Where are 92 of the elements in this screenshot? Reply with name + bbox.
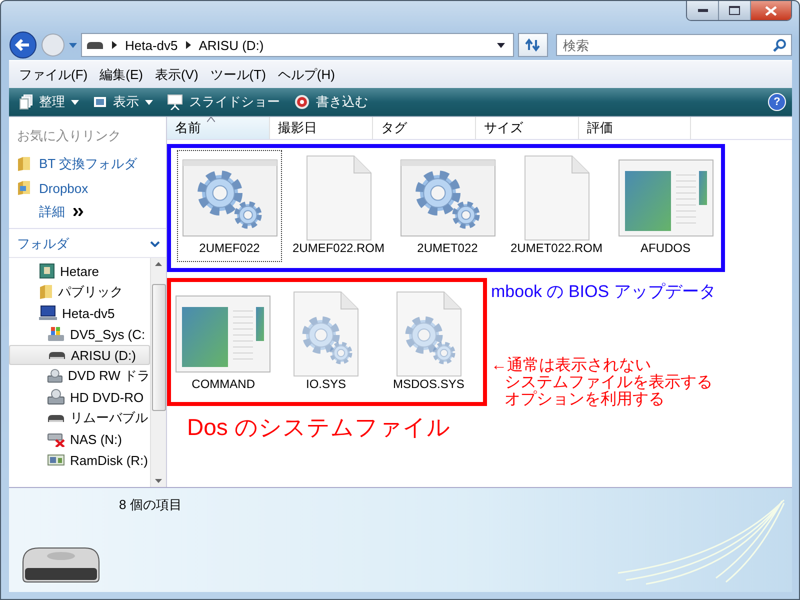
folders-heading[interactable]: フォルダ [17,235,69,253]
back-button[interactable] [9,31,37,59]
drive-icon [48,350,66,360]
annotation-caption: mbook の BIOS アップデータ [491,281,716,303]
caret-icon [69,42,77,48]
file-item[interactable]: IO.SYS [276,286,376,398]
file-item[interactable]: 2UMEF022 [177,150,282,262]
folder-tree-item[interactable]: パブリック [9,282,150,302]
folder-icon [17,156,31,172]
folder-icon [17,180,31,196]
network-drive-icon [47,431,65,447]
file-item[interactable]: AFUDOS [613,150,718,262]
system-file-gears-icon [293,291,359,377]
file-item[interactable]: 2UMET022.ROM [504,150,609,262]
user-folder-icon [39,263,55,279]
blank-document-icon [524,155,590,241]
column-header[interactable]: タグ [373,117,476,139]
double-chevron-icon [73,208,84,216]
application-window-icon [618,159,714,237]
close-button[interactable] [751,1,791,20]
search-icon [773,39,786,52]
chevron-icon [112,41,117,49]
menu-item[interactable]: 表示(V) [148,64,204,86]
caret-icon [497,42,505,48]
refresh-button[interactable] [518,33,548,57]
file-item[interactable]: MSDOS.SYS [378,286,480,398]
minimize-button[interactable] [687,1,719,20]
file-item[interactable]: 2UMET022 [395,150,500,262]
column-header[interactable]: 名前 [167,117,270,139]
toolbar-button[interactable]: スライドショー [167,93,280,111]
folder-tree-item[interactable]: DV5_Sys (C: [9,324,150,344]
folder-tree-item[interactable]: HD DVD-RO [9,387,150,407]
system-drive-icon [47,326,65,342]
pages-icon [19,94,33,110]
computer-icon [39,305,57,321]
column-header[interactable]: 撮影日 [270,117,373,139]
menu-item[interactable]: ファイル(F) [13,64,94,86]
favorites-heading: お気に入りリンク [17,127,122,145]
blank-document-icon [306,155,372,241]
favorite-link[interactable]: Dropbox [17,179,166,197]
folder-tree-item[interactable]: Heta-dv5 [9,303,150,323]
toolbar-button[interactable]: 表示 [93,93,153,111]
optical-drive-icon [47,368,63,384]
optical-drive-icon [47,389,65,405]
menu-item[interactable]: ヘルプ(H) [272,64,341,86]
picture-icon [93,96,107,108]
help-button[interactable]: ? [768,93,786,111]
file-item[interactable]: COMMAND [173,286,274,398]
menu-item[interactable]: ツール(T) [204,64,272,86]
annotation-caption: Dos のシステムファイル [187,413,452,442]
chevron-icon [186,41,191,49]
menu-item[interactable]: 編集(E) [94,64,149,86]
item-count: 8 個の項目 [119,496,182,514]
file-item[interactable]: 2UMEF022.ROM [286,150,391,262]
projector-screen-icon [167,94,183,110]
close-icon [765,6,777,16]
folder-tree-item[interactable]: Hetare [9,261,150,281]
scroll-down-icon[interactable] [155,479,162,483]
column-header[interactable]: 評価 [579,117,691,139]
scroll-up-icon[interactable] [155,262,162,266]
application-window-icon [175,295,272,373]
folder-icon [39,284,53,300]
folder-tree-item[interactable]: RamDisk (R:) [9,450,150,470]
favorite-link[interactable]: BT 交換フォルダ [17,155,166,173]
column-header[interactable]: サイズ [476,117,579,139]
folder-tree-item[interactable]: リムーバブル [9,408,150,428]
system-file-gears-icon [396,291,462,377]
chevron-down-icon[interactable] [150,241,160,247]
folder-tree-item[interactable]: NAS (N:) [9,429,150,449]
refresh-icon [525,38,541,52]
minimize-icon [698,8,708,12]
annotation-note: ←通常は表示されない システムファイルを表示する オプションを利用する [491,357,714,408]
toolbar-button[interactable]: 整理 [19,93,79,111]
drive-icon [86,40,104,50]
disc-icon [294,94,310,110]
folder-tree-item[interactable]: ARISU (D:) [9,345,150,365]
scrollbar[interactable] [150,258,166,487]
more-link[interactable]: 詳細 [17,203,166,221]
toolbar-button[interactable]: 書き込む [294,93,368,111]
caret-icon [145,100,153,104]
address-bar[interactable]: Heta-dv5 ARISU (D:) [81,33,514,57]
program-gears-icon [400,159,496,237]
drive-icon [47,413,65,423]
breadcrumb[interactable]: Heta-dv5 [125,38,178,52]
history-dropdown[interactable] [69,42,77,48]
folder-tree-item[interactable]: DVD RW ドラ [9,366,150,386]
caret-icon [71,100,79,104]
maximize-icon [729,6,740,15]
breadcrumb[interactable]: ARISU (D:) [198,38,264,52]
maximize-button[interactable] [719,1,751,20]
search-field[interactable]: 検索 [556,34,792,56]
program-gears-icon [182,159,278,237]
